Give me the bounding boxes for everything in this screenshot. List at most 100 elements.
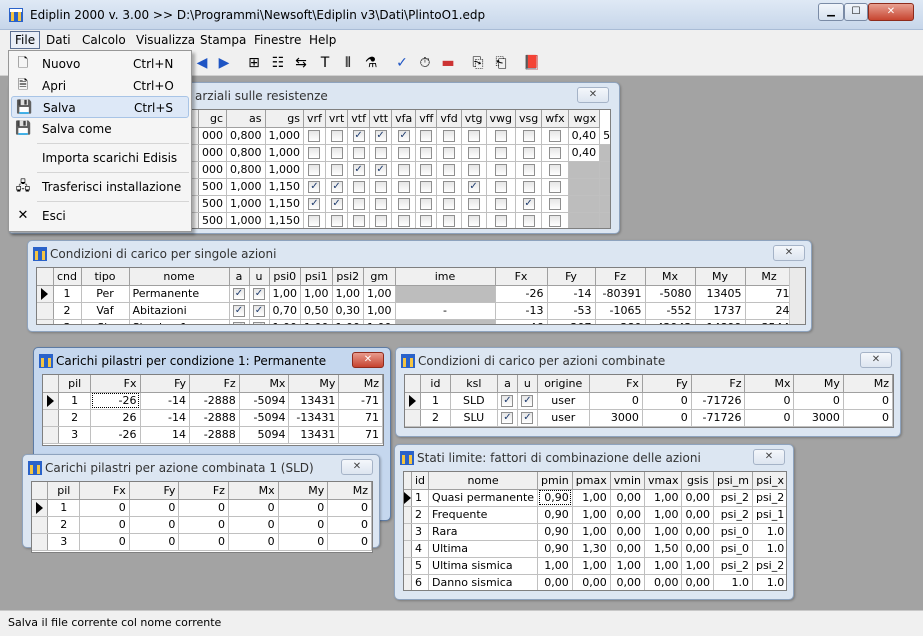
column-header[interactable]: pil bbox=[47, 482, 81, 500]
checkbox[interactable]: ✓ bbox=[397, 130, 410, 142]
cell[interactable]: 1,00 bbox=[537, 557, 573, 575]
cell-psi1[interactable]: 0,50 bbox=[300, 302, 333, 320]
row-indicator[interactable] bbox=[404, 540, 412, 558]
cell-as[interactable]: 1,000 bbox=[226, 178, 266, 196]
cell-psi2[interactable]: 0,30 bbox=[332, 302, 364, 320]
checkbox[interactable] bbox=[443, 198, 456, 210]
cell[interactable]: 1,00 bbox=[572, 557, 611, 575]
column-header[interactable]: My bbox=[695, 268, 746, 286]
checkbox[interactable] bbox=[420, 198, 433, 210]
cell-wgx[interactable]: 50 bbox=[599, 127, 610, 145]
cell-gs[interactable]: 1,150 bbox=[265, 195, 304, 213]
cell-ime[interactable]: - bbox=[395, 302, 496, 320]
checkbox[interactable]: ✓ bbox=[233, 322, 245, 324]
checkbox[interactable] bbox=[352, 198, 365, 210]
checkbox[interactable] bbox=[397, 198, 410, 210]
cell[interactable]: 13431 bbox=[288, 392, 340, 410]
checkbox[interactable] bbox=[443, 215, 456, 227]
grid-icon[interactable]: ⊞ bbox=[244, 53, 264, 73]
cell[interactable]: 1 bbox=[47, 499, 81, 517]
cell-fy[interactable]: -53 bbox=[547, 302, 596, 320]
cell-fx[interactable]: -26 bbox=[495, 285, 548, 303]
cell[interactable]: 1,00 bbox=[572, 489, 611, 507]
ruler-icon[interactable]: ▬ bbox=[438, 53, 458, 73]
column-header[interactable]: origine bbox=[537, 375, 590, 393]
cell-mz[interactable]: 0 bbox=[843, 409, 893, 427]
cell[interactable]: 0 bbox=[129, 533, 180, 551]
limit-states-grid[interactable]: id nome pmin pmax vmin vmax gsis psi_m psi_x 1 Qu… bbox=[403, 471, 787, 591]
cell[interactable]: 0 bbox=[278, 516, 329, 534]
cell-origine[interactable]: user bbox=[537, 392, 590, 410]
cell[interactable]: -2888 bbox=[189, 409, 240, 427]
cell[interactable]: 0 bbox=[79, 516, 130, 534]
column-header[interactable]: Fy bbox=[547, 268, 596, 286]
cell[interactable]: 13431 bbox=[288, 426, 340, 444]
checkbox[interactable]: ✓ bbox=[253, 305, 265, 317]
checkbox[interactable]: ✓ bbox=[233, 305, 245, 317]
copy-icon[interactable]: ⎘ bbox=[468, 53, 488, 73]
cell[interactable]: 0,90 bbox=[537, 523, 573, 541]
book-icon[interactable]: 📕 bbox=[522, 53, 542, 73]
column-header[interactable]: ime bbox=[395, 268, 496, 286]
checkbox[interactable] bbox=[420, 181, 433, 193]
cell-mx[interactable]: 0 bbox=[744, 409, 795, 427]
cell[interactable]: 0,00 bbox=[610, 540, 645, 558]
checkbox[interactable] bbox=[308, 147, 321, 159]
column-header[interactable]: My bbox=[793, 375, 844, 393]
cell[interactable]: 5094 bbox=[239, 426, 290, 444]
cell[interactable]: 0 bbox=[178, 533, 229, 551]
cell-nome[interactable]: Permanente bbox=[129, 285, 230, 303]
cell[interactable]: 0,00 bbox=[537, 574, 573, 590]
cell[interactable]: 0,00 bbox=[610, 523, 645, 541]
cell-fz[interactable]: -71726 bbox=[691, 392, 746, 410]
cell-gm[interactable]: 1,00 bbox=[363, 319, 396, 324]
single-actions-grid[interactable]: cnd tipo nome a u psi0 psi1 psi2 gm ime Fx Fy Fz Mx My… bbox=[36, 267, 806, 325]
column-header[interactable]: Mz bbox=[843, 375, 893, 393]
cell[interactable]: 5 bbox=[411, 557, 430, 575]
checkbox[interactable] bbox=[397, 181, 410, 193]
menu-item-salva-come[interactable]: 💾 Salva come bbox=[11, 118, 189, 140]
row-indicator[interactable] bbox=[43, 426, 60, 444]
close-icon[interactable]: ✕ bbox=[753, 449, 785, 465]
row-indicator[interactable] bbox=[404, 574, 412, 590]
menu-stampa[interactable]: Stampa bbox=[196, 31, 250, 49]
checkbox[interactable] bbox=[494, 215, 507, 227]
row-indicator[interactable] bbox=[32, 499, 49, 517]
cell-psi2[interactable]: 1,00 bbox=[332, 285, 364, 303]
cell-fx[interactable]: -13 bbox=[495, 302, 548, 320]
cell-psi0[interactable]: 0,70 bbox=[269, 302, 301, 320]
column-header[interactable]: id bbox=[420, 375, 451, 393]
close-icon[interactable]: ✕ bbox=[352, 352, 384, 368]
checkbox[interactable] bbox=[330, 147, 343, 159]
checkbox[interactable] bbox=[374, 147, 387, 159]
cell-origine[interactable]: user bbox=[537, 409, 590, 427]
column-header[interactable]: tipo bbox=[81, 268, 130, 286]
checkbox[interactable] bbox=[330, 164, 343, 176]
cell[interactable]: -5094 bbox=[239, 409, 290, 427]
checkbox[interactable] bbox=[494, 164, 507, 176]
checkbox[interactable] bbox=[548, 130, 561, 142]
check-icon[interactable]: ✓ bbox=[392, 53, 412, 73]
cell-gc[interactable]: 500 bbox=[198, 178, 227, 196]
column-header[interactable]: a bbox=[229, 268, 250, 286]
column-header[interactable]: psi_x bbox=[752, 472, 786, 490]
cell-mx[interactable]: -42942 bbox=[645, 319, 696, 324]
cell[interactable]: -2888 bbox=[189, 392, 240, 410]
cell[interactable]: 0,00 bbox=[681, 523, 714, 541]
cell[interactable]: 0 bbox=[327, 533, 372, 551]
column-header[interactable]: Fy bbox=[140, 375, 190, 393]
menu-item-salva[interactable]: 💾 Salva Ctrl+S bbox=[11, 96, 189, 118]
forward-icon[interactable]: ▶ bbox=[214, 53, 234, 73]
cell-fx[interactable]: 0 bbox=[589, 392, 643, 410]
cell[interactable]: 2 bbox=[47, 516, 81, 534]
cell[interactable]: psi_0 bbox=[713, 540, 753, 558]
cell[interactable]: 0 bbox=[178, 516, 229, 534]
checkbox[interactable] bbox=[420, 130, 433, 142]
checkbox[interactable] bbox=[397, 215, 410, 227]
menu-finestre[interactable]: Finestre bbox=[250, 31, 305, 49]
cell-gc[interactable]: 000 bbox=[198, 161, 227, 179]
cell-as[interactable]: 1,000 bbox=[226, 195, 266, 213]
cell[interactable]: 1.0 bbox=[713, 574, 753, 590]
cell-wgx[interactable] bbox=[599, 161, 610, 179]
column-header[interactable]: vff bbox=[415, 110, 438, 128]
